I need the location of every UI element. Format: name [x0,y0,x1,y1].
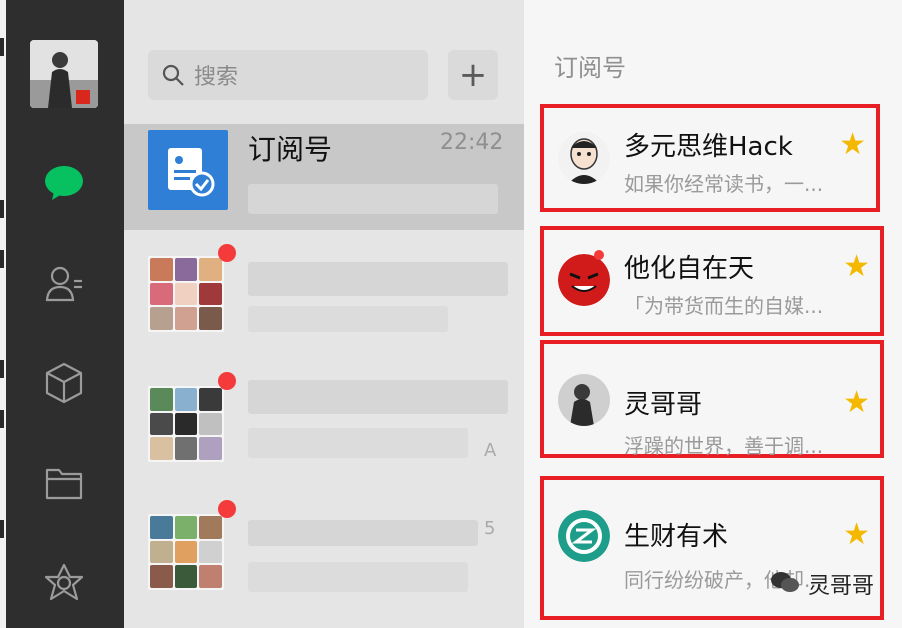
group-avatar [148,386,224,462]
group-avatar [148,256,224,332]
watermark-text: 灵哥哥 [808,574,875,599]
cube-icon[interactable] [43,362,85,404]
panel-header: 订阅号 [554,54,626,82]
contacts-icon[interactable] [43,262,85,304]
preview-hint: A [484,440,497,461]
subscription-icon [148,130,228,210]
blurred-name [248,520,478,546]
subscription-avatar [558,374,610,426]
conversation-time: 22:42 [440,130,504,155]
subscription-desc: 如果你经常读书，一... [624,172,824,196]
unread-dot [218,500,236,518]
edge-mark [0,250,4,268]
subscription-item[interactable]: 多元思维Hack 如果你经常读书，一... ★ [540,104,880,212]
edge-mark [0,410,4,428]
chat-icon[interactable] [43,162,85,204]
blurred-preview [248,428,468,458]
subscription-desc: 浮躁的世界，善于调... [624,434,824,458]
conversation-list: 搜索 + 订阅号 22:42 A 5 [124,0,524,628]
left-nav-bar [6,0,124,628]
subscription-name: 多元思维Hack [624,132,793,162]
subscription-name: 生财有术 [624,522,729,552]
folder-icon[interactable] [43,462,85,504]
unread-dot [218,244,236,262]
search-icon [158,60,188,90]
edge-mark [0,38,4,56]
star-icon[interactable]: ★ [843,252,870,282]
blurred-name [248,262,508,296]
edge-mark [0,200,4,218]
unread-dot [218,372,236,390]
subscription-item[interactable]: 他化自在天 「为带货而生的自媒... ★ [540,226,884,336]
preview-hint: 5 [484,518,496,539]
conversation-title: 订阅号 [248,133,333,166]
avatar[interactable] [30,40,98,108]
group-avatar [148,514,224,590]
unread-dot [594,250,604,260]
subscription-avatar [558,132,610,184]
subscription-avatar [558,510,610,562]
blurred-preview [248,184,498,214]
edge-mark [0,520,4,538]
moments-icon[interactable] [43,562,85,604]
search-box[interactable]: 搜索 [148,50,428,100]
add-button[interactable]: + [448,50,498,100]
star-icon[interactable]: ★ [843,520,870,550]
star-icon[interactable]: ★ [839,130,866,160]
subscription-avatar [558,254,610,306]
subscriptions-panel: 订阅号 多元思维Hack 如果你经常读书，一... ★ 他化自在天 「为带货而生… [524,0,902,628]
blurred-name [248,380,508,414]
subscription-name: 他化自在天 [624,254,755,284]
subscription-name: 灵哥哥 [624,390,703,420]
search-placeholder: 搜索 [194,65,239,90]
blurred-preview [248,562,468,592]
subscription-item[interactable]: 灵哥哥 浮躁的世界，善于调... ★ [540,340,884,458]
watermark: 灵哥哥 [770,568,874,600]
wechat-logo-icon [770,570,800,598]
star-icon[interactable]: ★ [843,388,870,418]
subscription-desc: 「为带货而生的自媒... [624,294,824,318]
edge-mark [0,360,4,378]
blurred-preview [248,306,448,332]
